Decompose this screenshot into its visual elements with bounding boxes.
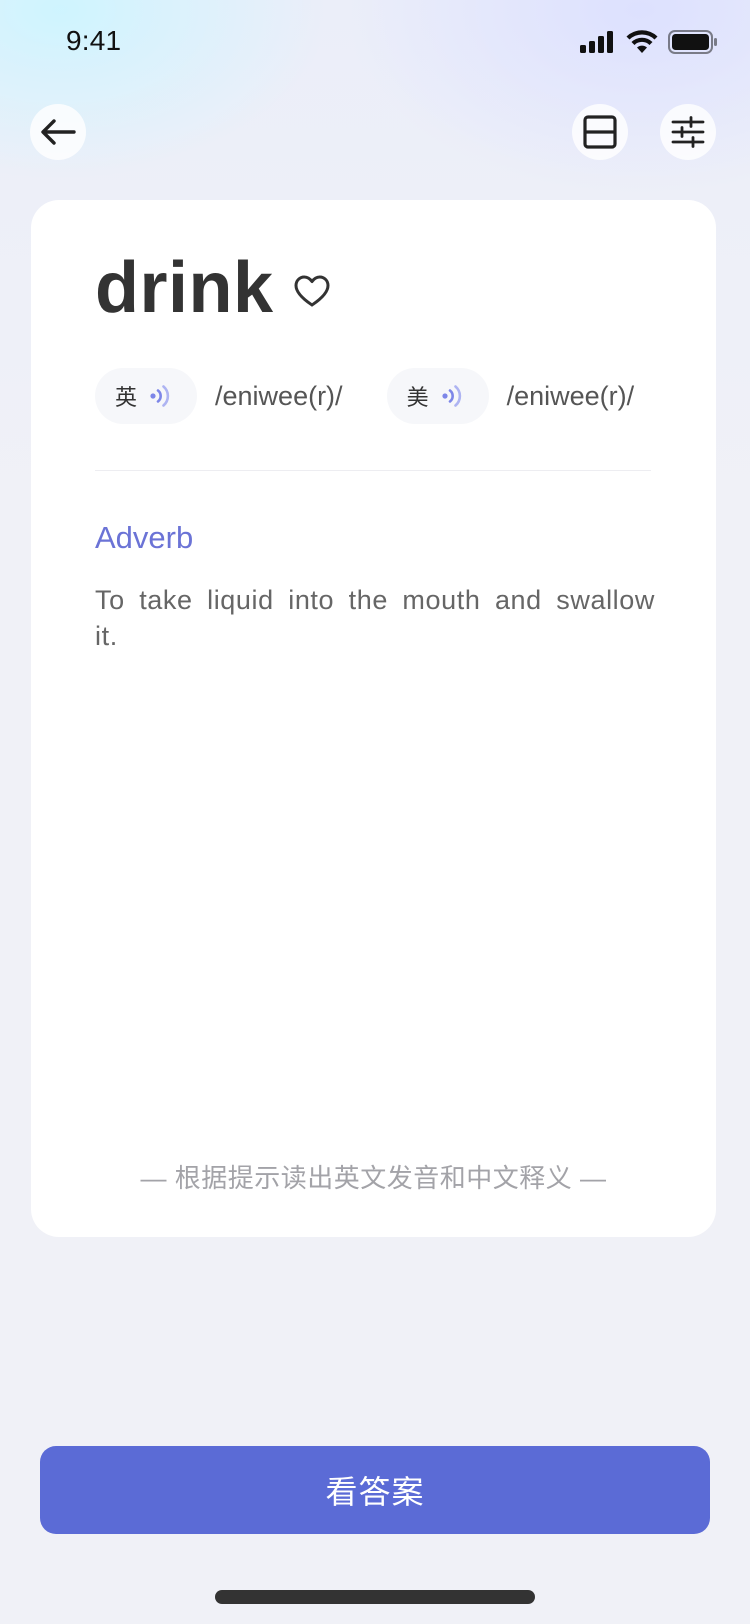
favorite-button[interactable] — [292, 271, 332, 311]
speaker-wave-icon — [441, 385, 461, 407]
hint-text: — 根据提示读出英文发音和中文释义 — — [140, 1163, 607, 1193]
word-title: drink — [95, 248, 274, 328]
wifi-icon — [626, 30, 658, 53]
home-indicator — [215, 1590, 535, 1604]
settings-button[interactable] — [660, 104, 716, 160]
phonetic-region-label: 英 — [115, 385, 138, 410]
arrow-left-icon — [41, 119, 76, 145]
heart-outline-icon — [294, 275, 330, 307]
speaker-wave-icon — [150, 385, 170, 407]
cellular-signal-icon — [580, 31, 613, 53]
status-bar: 9:41 — [0, 0, 750, 88]
status-time: 9:41 — [66, 25, 122, 56]
word-row: drink — [95, 248, 332, 328]
us-phonetic-text: /eniwee(r)/ — [506, 380, 635, 411]
status-icons — [580, 30, 718, 54]
uk-phonetic-text: /eniwee(r)/ — [215, 380, 343, 411]
view-answer-button[interactable]: 看答案 — [40, 1446, 710, 1534]
battery-icon — [668, 30, 717, 54]
word-card: drink 英 /eniwee(r)/ 美 /eniwee(r)/ Adverb… — [31, 200, 716, 1237]
phonetic-region-label: 美 — [406, 385, 429, 410]
definition-text: To take liquid into the mouth and swallo… — [95, 585, 655, 651]
part-of-speech-label: Adverb — [95, 520, 194, 555]
divider — [95, 470, 651, 471]
uk-pronunciation-button[interactable]: 英 — [95, 368, 198, 424]
layout-toggle-button[interactable] — [572, 104, 628, 160]
us-pronunciation-button[interactable]: 美 — [386, 368, 489, 424]
split-layout-icon — [583, 115, 617, 149]
phonetics-row: 英 /eniwee(r)/ 美 /eniwee(r)/ — [95, 368, 634, 424]
back-button[interactable] — [30, 104, 86, 160]
sliders-icon — [671, 116, 705, 148]
